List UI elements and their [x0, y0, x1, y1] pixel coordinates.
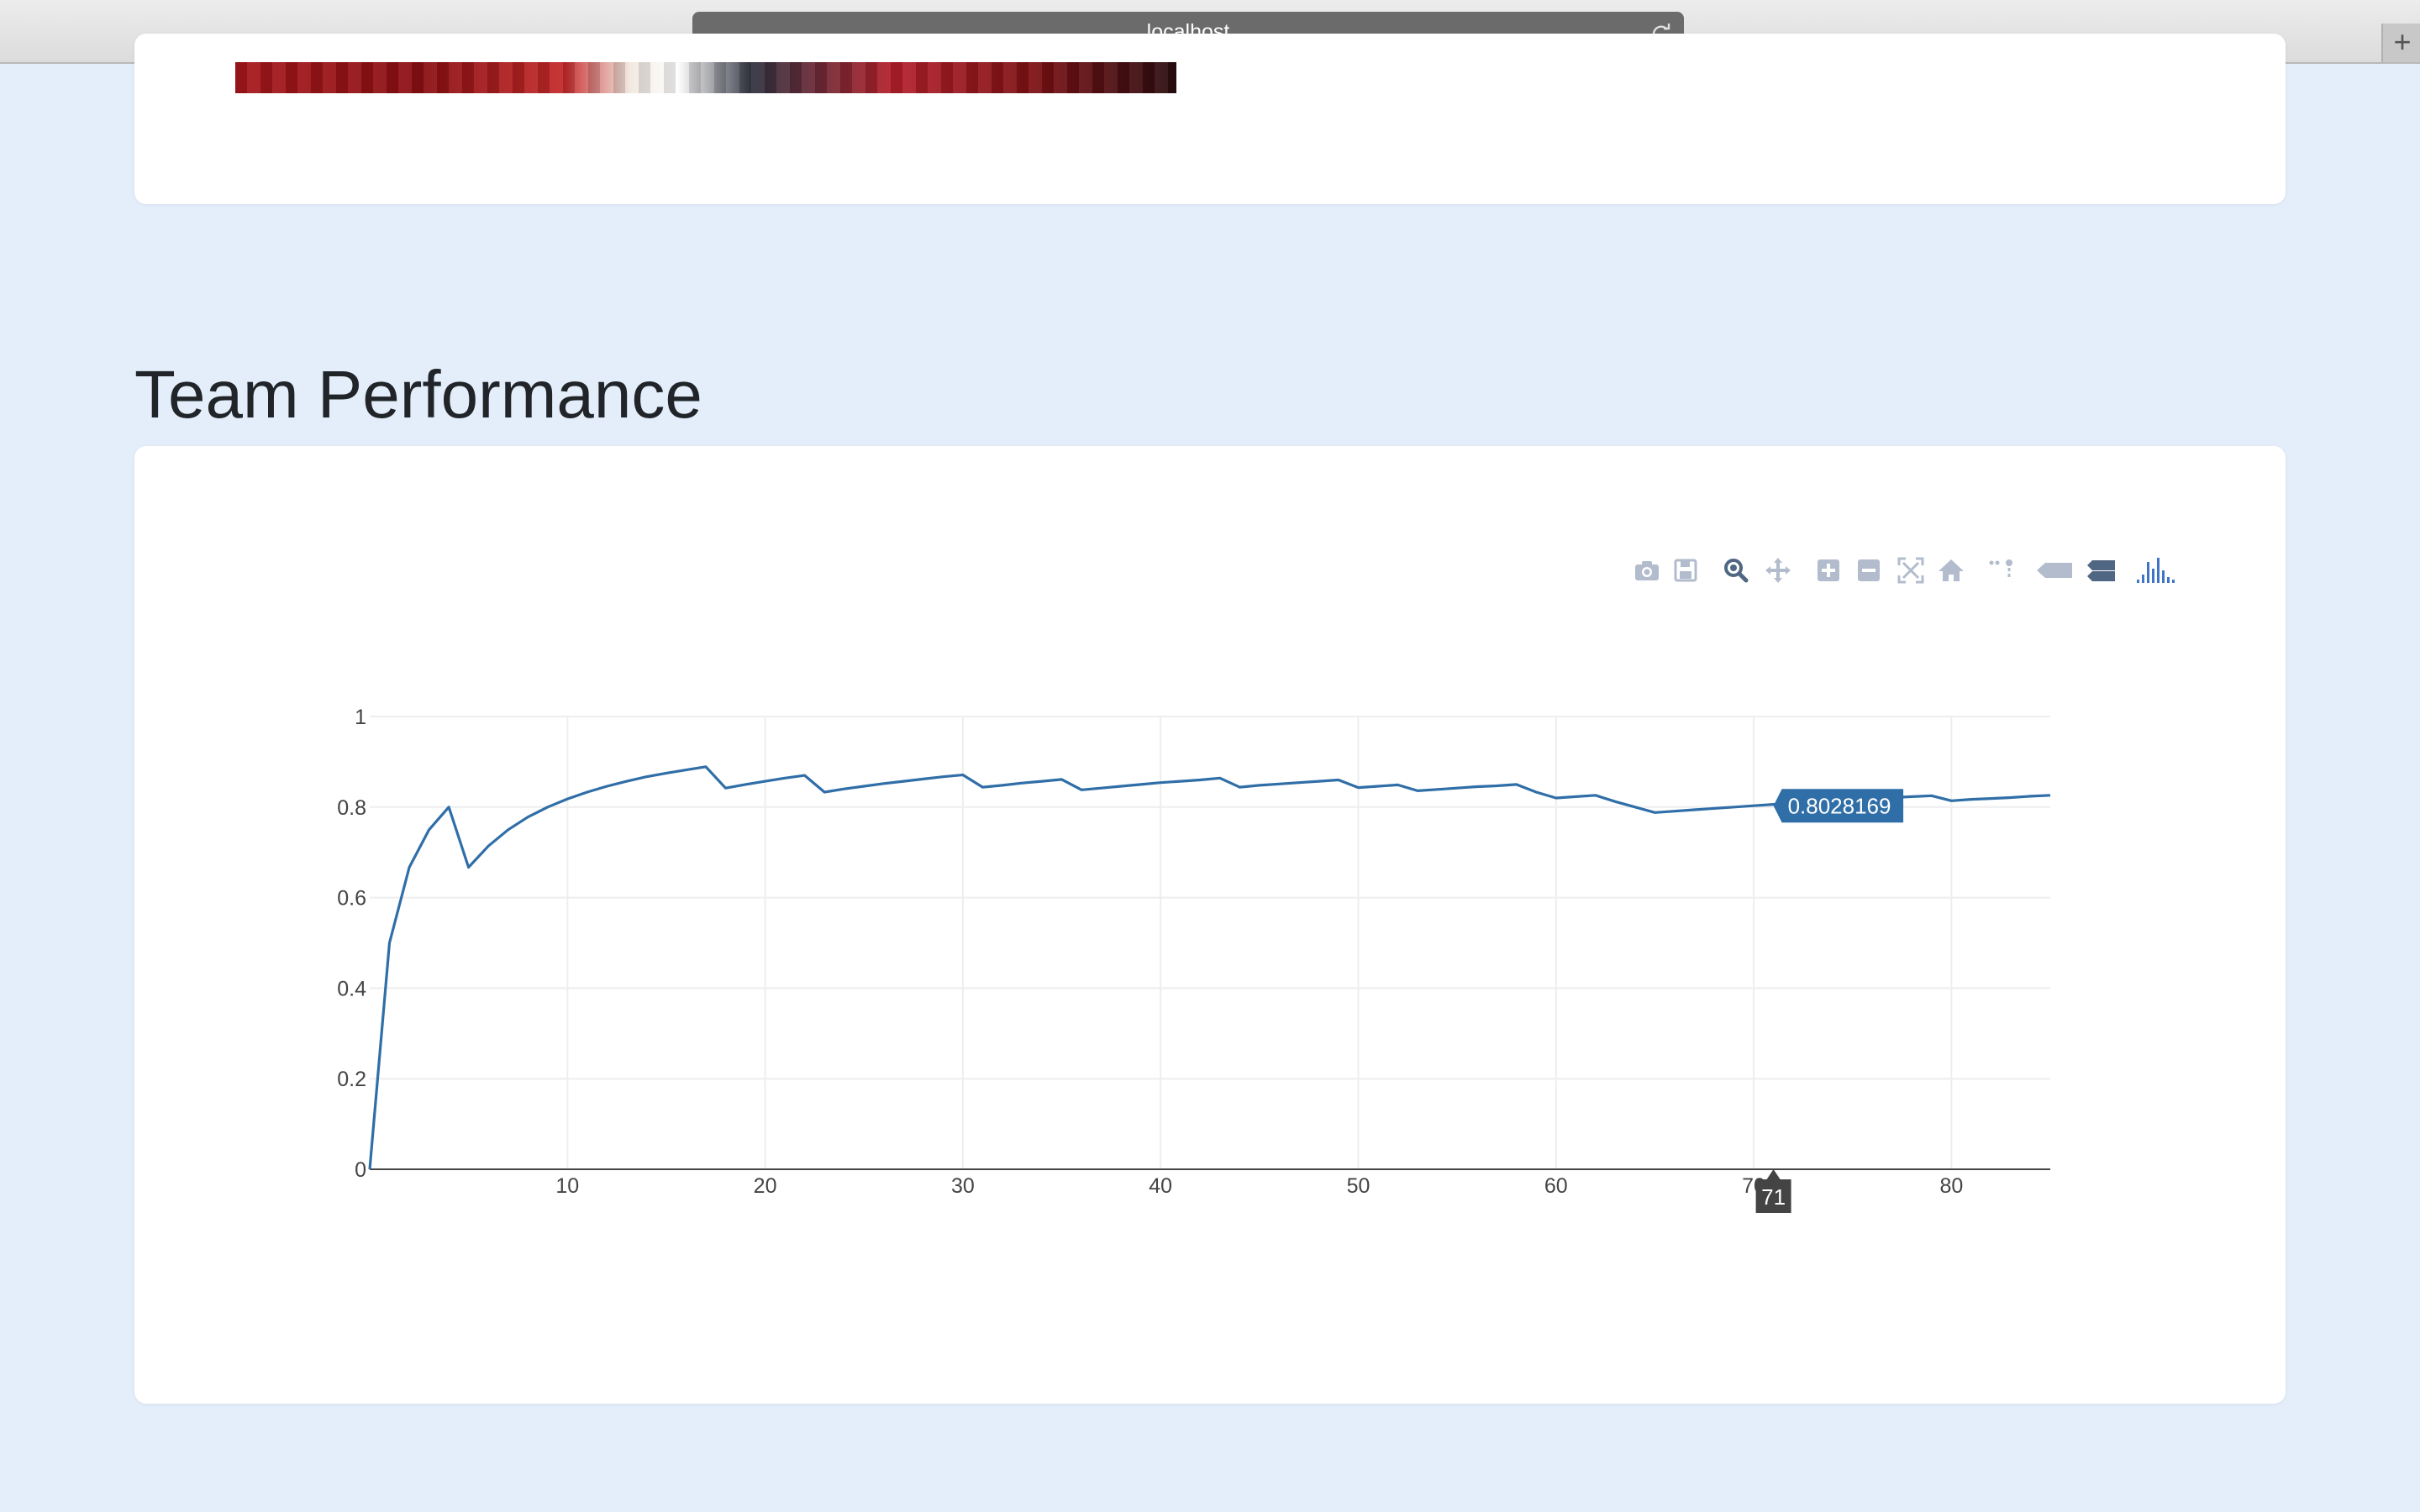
page-title: Team Performance	[134, 357, 702, 432]
team-performance-chart[interactable]: 10 20 30 40 50 60 70 8000.20.40.60.810.80281697…	[134, 446, 2286, 1404]
x-tick-label: 60	[1544, 1174, 1568, 1198]
y-tick-label: 1	[355, 706, 366, 729]
series-line	[368, 765, 2051, 1170]
player-card	[134, 34, 2286, 204]
new-tab-button[interactable]: +	[2381, 24, 2420, 62]
hover-value-label: 0.8028169	[1788, 793, 1891, 818]
hover-x-label: 71	[1761, 1184, 1786, 1210]
x-tick-label: 40	[1149, 1174, 1172, 1198]
y-tick-label: 0.8	[337, 796, 366, 820]
y-tick-label: 0.2	[337, 1068, 366, 1091]
x-tick-label: 20	[754, 1174, 777, 1198]
y-tick-label: 0	[355, 1158, 366, 1182]
x-tick-label: 80	[1939, 1174, 1963, 1198]
x-tick-label: 10	[555, 1174, 579, 1198]
y-tick-label: 0.4	[337, 977, 366, 1000]
banner-image	[235, 62, 1176, 93]
chart-card: 10 20 30 40 50 60 70 80 0 0.2 0.4 0.6 0.8 1 0.8028169 7…	[134, 446, 2286, 1404]
x-tick-label: 30	[951, 1174, 975, 1198]
y-tick-label: 0.6	[337, 887, 366, 911]
x-tick-label: 50	[1347, 1174, 1370, 1198]
